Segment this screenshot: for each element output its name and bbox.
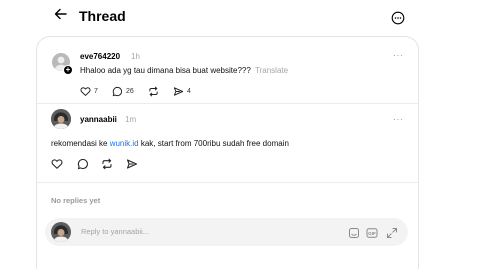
back-button[interactable] bbox=[52, 5, 70, 23]
reply-username[interactable]: yannaabii bbox=[80, 115, 117, 124]
comment-button[interactable]: 26 bbox=[112, 85, 134, 97]
divider bbox=[37, 103, 418, 104]
heart-icon bbox=[51, 159, 63, 169]
reply-text: rekomendasi ke wunik.id kak, start from … bbox=[51, 139, 289, 148]
post-time: 1h bbox=[131, 52, 140, 61]
reply-repost-button[interactable] bbox=[101, 158, 113, 170]
profile-photo-icon bbox=[51, 109, 71, 129]
gif-button[interactable]: GIF bbox=[366, 226, 378, 244]
expand-icon bbox=[387, 228, 397, 238]
page-title: Thread bbox=[79, 8, 126, 24]
reply-comment-button[interactable] bbox=[77, 158, 89, 170]
comment-count: 26 bbox=[126, 87, 134, 95]
repost-icon bbox=[102, 158, 112, 170]
post-text-body: Hhaloo ada yg tau dimana bisa buat websi… bbox=[80, 66, 251, 75]
more-options-button[interactable] bbox=[391, 11, 405, 25]
share-count: 4 bbox=[187, 87, 191, 95]
reply-text-after: kak, start from 700ribu sudah free domai… bbox=[138, 139, 289, 148]
send-icon bbox=[126, 159, 138, 169]
like-count: 7 bbox=[94, 87, 98, 95]
reply-share-button[interactable] bbox=[126, 158, 138, 170]
header: Thread bbox=[0, 0, 500, 34]
heart-icon bbox=[80, 86, 91, 96]
post-username[interactable]: eve764220 bbox=[80, 52, 120, 61]
sticker-icon bbox=[349, 228, 359, 238]
divider bbox=[37, 182, 418, 183]
repost-button[interactable] bbox=[148, 85, 159, 97]
repost-icon bbox=[149, 86, 158, 96]
send-icon bbox=[173, 86, 184, 96]
arrow-left-icon bbox=[54, 8, 67, 20]
avatar bbox=[51, 222, 71, 242]
svg-text:GIF: GIF bbox=[368, 231, 376, 236]
more-circle-icon bbox=[391, 11, 405, 25]
avatar[interactable] bbox=[51, 109, 71, 129]
reply-text-before: rekomendasi ke bbox=[51, 139, 110, 148]
comment-icon bbox=[112, 86, 123, 96]
profile-photo-icon bbox=[51, 222, 71, 242]
reply-time: 1m bbox=[125, 115, 137, 124]
reply-more-button[interactable]: ··· bbox=[393, 114, 404, 124]
no-replies-label: No replies yet bbox=[51, 196, 101, 205]
reply-like-button[interactable] bbox=[51, 158, 63, 170]
post-more-button[interactable]: ··· bbox=[393, 50, 404, 60]
comment-icon bbox=[77, 158, 88, 170]
share-button[interactable]: 4 bbox=[173, 85, 191, 97]
post-text: Hhaloo ada yg tau dimana bisa buat websi… bbox=[80, 66, 288, 75]
reply-input[interactable]: Reply to yannaabii... GIF bbox=[45, 218, 408, 246]
follow-plus-icon[interactable]: + bbox=[63, 65, 73, 75]
reply-link[interactable]: wunik.id bbox=[110, 139, 139, 148]
like-button[interactable]: 7 bbox=[80, 85, 98, 97]
sticker-button[interactable] bbox=[348, 226, 360, 244]
expand-button[interactable] bbox=[386, 226, 398, 244]
gif-icon: GIF bbox=[366, 228, 378, 238]
reply-placeholder[interactable]: Reply to yannaabii... bbox=[81, 227, 149, 236]
translate-link[interactable]: Translate bbox=[255, 66, 288, 75]
